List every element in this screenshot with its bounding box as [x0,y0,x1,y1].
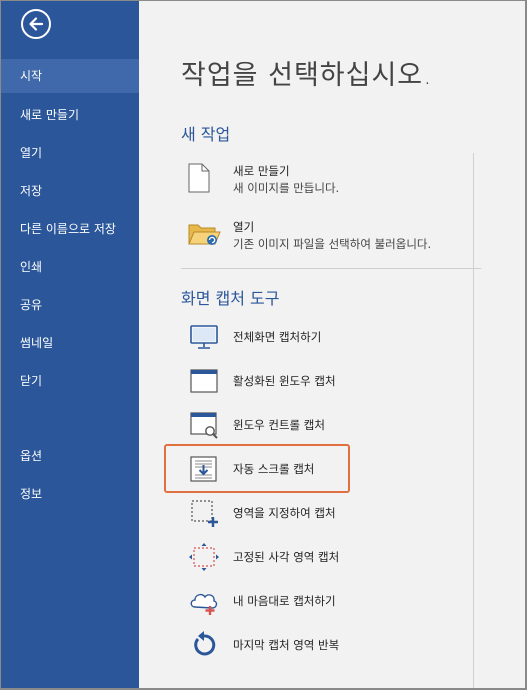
repeat-capture-label: 마지막 캡처 영역 반복 [233,638,340,652]
new-document-icon [188,163,210,193]
sidebar-item-save-as[interactable]: 다른 이름으로 저장 [1,212,139,246]
window-magnifier-icon [190,412,218,439]
open-image-title: 열기 [233,220,255,234]
capture-section-title: 화면 캡처 도구 [181,289,280,308]
window-control-capture-label: 윈도우 컨트롤 캡처 [233,418,325,432]
window-control-capture-button[interactable]: 윈도우 컨트롤 캡처 [181,405,481,445]
sidebar-item-save[interactable]: 저장 [1,174,139,208]
sidebar-item-open[interactable]: 열기 [1,136,139,170]
selection-highlight [164,444,350,493]
freeform-capture-label: 내 마음대로 캡처하기 [233,594,336,608]
repeat-capture-button[interactable]: 마지막 캡처 영역 반복 [181,625,481,665]
page-title: 작업을 선택하십시오. [181,60,433,91]
fixed-rect-capture-button[interactable]: 고정된 사각 영역 캡처 [181,537,481,577]
fullscreen-capture-button[interactable]: 전체화면 캡처하기 [181,317,481,357]
freeform-capture-button[interactable]: 내 마음대로 캡처하기 [181,581,481,621]
arrow-left-icon [29,17,44,31]
fixed-rect-icon [189,543,219,571]
freeform-cloud-icon [190,593,218,615]
sidebar-item-thumbnail[interactable]: 썸네일 [1,326,139,360]
folder-open-icon [188,224,221,245]
sidebar: 시작 새로 만들기 열기 저장 다른 이름으로 저장 인쇄 공유 썸네일 닫기 … [1,1,139,688]
active-window-capture-label: 활성화된 윈도우 캡처 [233,374,336,388]
sidebar-item-close[interactable]: 닫기 [1,364,139,398]
sidebar-item-new[interactable]: 새로 만들기 [1,98,139,132]
sidebar-item-print[interactable]: 인쇄 [1,250,139,284]
region-select-icon [191,500,218,527]
section-divider [181,268,481,269]
monitor-icon [190,325,218,349]
active-window-capture-button[interactable]: 활성화된 윈도우 캡처 [181,361,481,401]
sidebar-item-options[interactable]: 옵션 [1,439,139,473]
new-image-title: 새로 만들기 [233,164,290,178]
back-button[interactable] [21,9,51,39]
sidebar-item-start[interactable]: 시작 [1,59,139,93]
main-panel: 작업을 선택하십시오. 새 작업 새로 만들기 새 이미지를 만듭니다. 열기 … [139,1,525,688]
new-image-desc: 새 이미지를 만듭니다. [233,181,340,195]
sidebar-item-share[interactable]: 공유 [1,288,139,322]
open-image-desc: 기존 이미지 파일을 선택하여 불러옵니다. [233,237,432,251]
region-capture-button[interactable]: 영역을 지정하여 캡처 [181,493,481,533]
fullscreen-capture-label: 전체화면 캡처하기 [233,330,322,344]
new-section-title: 새 작업 [181,125,231,144]
window-icon [190,369,218,393]
repeat-arrow-icon [194,631,216,656]
region-capture-label: 영역을 지정하여 캡처 [233,506,336,520]
sidebar-item-info[interactable]: 정보 [1,477,139,511]
app-window: 시작 새로 만들기 열기 저장 다른 이름으로 저장 인쇄 공유 썸네일 닫기 … [0,0,527,690]
fixed-rect-capture-label: 고정된 사각 영역 캡처 [233,550,340,564]
